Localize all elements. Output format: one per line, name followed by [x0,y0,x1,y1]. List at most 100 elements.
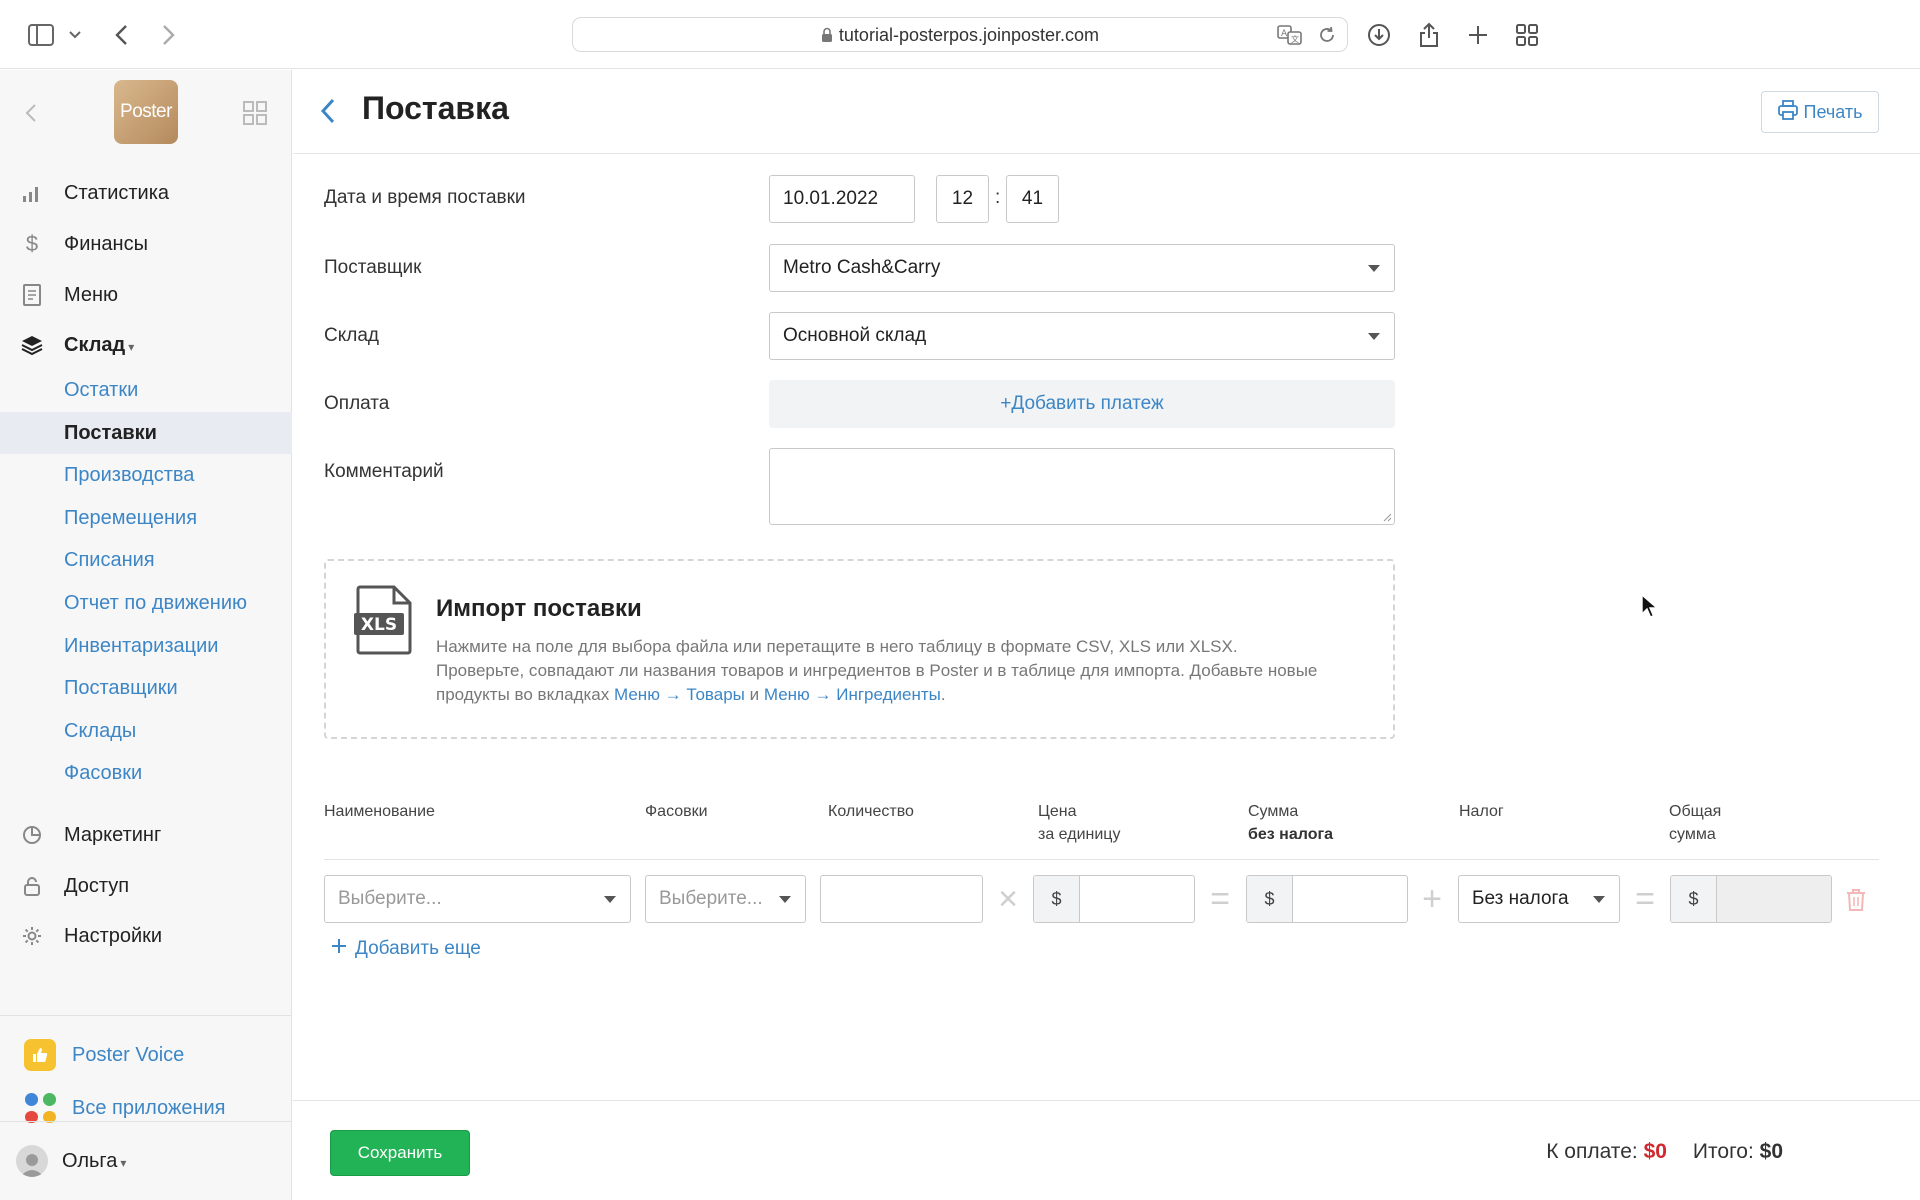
column-header-total: Общая сумма [1669,803,1722,843]
comment-textarea[interactable] [769,448,1395,525]
print-button[interactable]: Печать [1761,91,1879,133]
page-header: Поставка Печать [293,70,1920,154]
document-icon [20,283,44,307]
plus-icon: + [1422,879,1442,918]
pie-icon [20,823,44,847]
apps-grid-icon [24,1092,56,1124]
sidebar-item-menu[interactable]: Меню [0,275,292,315]
tax-select-value: Без налога [1472,888,1569,909]
tab-overview-icon[interactable] [1512,20,1542,50]
collapse-sidebar-icon[interactable] [16,98,46,128]
sidebar-app-all-apps[interactable]: Все приложения [24,1092,226,1124]
warehouse-select[interactable]: Основной склад [769,312,1395,360]
gear-icon [20,924,44,948]
sidebar-item-label: Маркетинг [64,823,162,846]
browser-toolbar: tutorial-posterpos.joinposter.com A文 [0,0,1920,69]
poster-logo[interactable]: Poster [114,80,178,144]
column-header-packaging: Фасовки [645,803,708,820]
product-select-placeholder: Выберите... [338,888,442,909]
sidebar-subitem-transfers[interactable]: Перемещения [0,497,292,539]
unit-price-input[interactable]: $ [1033,875,1195,923]
comment-label: Комментарий [324,461,444,482]
date-input[interactable]: 10.01.2022 [769,175,915,223]
chevron-down-icon: ▾ [128,339,135,354]
sidebar-toggle-icon[interactable] [26,20,56,50]
layers-icon [20,333,44,357]
to-pay-value: $0 [1643,1140,1667,1163]
sidebar-subitem-movement-report[interactable]: Отчет по движению [0,582,292,624]
sidebar-item-label: Доступ [64,874,130,897]
svg-text:文: 文 [1291,34,1299,44]
time-separator: : [995,187,1001,208]
new-tab-icon[interactable] [1463,20,1493,50]
forward-icon[interactable] [154,20,184,50]
supplier-label: Поставщик [324,257,422,278]
supplier-select[interactable]: Metro Cash&Carry [769,244,1395,292]
hour-input[interactable]: 12 [936,175,989,223]
thumbs-up-icon [24,1039,56,1071]
dollar-icon: $ [25,231,39,256]
sidebar-subitem-inventories[interactable]: Инвентаризации [0,625,292,667]
menu-ingredients-link[interactable]: Меню → Ингредиенты [764,685,941,704]
currency-addon: $ [1247,876,1293,922]
menu-products-link[interactable]: Меню → Товары [614,685,745,704]
reload-icon[interactable] [1317,25,1337,50]
share-icon[interactable] [1414,20,1444,50]
trash-icon[interactable] [1843,885,1869,915]
packaging-select[interactable]: Выберите... [645,875,806,923]
caret-down-icon [1368,265,1380,272]
currency-addon: $ [1671,876,1717,922]
translate-icon[interactable]: A文 [1277,24,1303,51]
sidebar-item-access[interactable]: Доступ [0,866,292,906]
sidebar-subitem-write-offs[interactable]: Списания [0,539,292,581]
app-label: Poster Voice [72,1043,185,1066]
caret-down-icon [779,896,791,903]
sidebar-item-finance[interactable]: $ Финансы [0,224,292,264]
back-icon[interactable] [106,20,136,50]
sidebar-subitem-packaging[interactable]: Фасовки [0,752,292,794]
table-divider [324,859,1879,860]
address-bar[interactable]: tutorial-posterpos.joinposter.com A文 [572,17,1348,52]
sidebar-app-poster-voice[interactable]: Poster Voice [24,1039,184,1071]
minute-input[interactable]: 41 [1006,175,1059,223]
add-payment-button[interactable]: +Добавить платеж [769,380,1395,428]
product-select[interactable]: Выберите... [324,875,631,923]
download-icon[interactable] [1364,20,1394,50]
sidebar: Poster Статистика $ Финансы Меню Склад ▾ … [0,70,292,1200]
sidebar-subitem-supplies[interactable]: Поставки [0,412,292,454]
sidebar-subitem-stock[interactable]: Остатки [0,369,292,411]
svg-text:A: A [1281,29,1288,39]
import-title: Импорт поставки [436,595,642,622]
tax-select[interactable]: Без налога [1458,875,1620,923]
sidebar-item-warehouse[interactable]: Склад ▾ [0,325,292,365]
caret-down-icon [1368,333,1380,340]
sidebar-subitem-warehouses[interactable]: Склады [0,710,292,752]
import-description: Нажмите на поле для выбора файла или пер… [436,635,1376,707]
user-menu[interactable]: Ольга ▾ [16,1145,126,1177]
xls-file-icon: XLS [354,585,412,655]
column-header-unit-price: Цена за единицу [1038,803,1121,843]
sidebar-item-label: Меню [64,283,119,306]
save-button[interactable]: Сохранить [330,1130,470,1176]
import-text-end: . [940,685,946,704]
avatar [16,1145,48,1177]
chevron-down-icon[interactable] [62,20,88,50]
sidebar-item-marketing[interactable]: Маркетинг [0,815,292,855]
add-more-button[interactable]: Добавить еще [331,938,481,960]
back-arrow-icon[interactable] [313,94,343,128]
sidebar-item-statistics[interactable]: Статистика [0,173,292,213]
quantity-input[interactable] [820,875,983,923]
sidebar-subitem-production[interactable]: Производства [0,454,292,496]
sidebar-subitem-suppliers[interactable]: Поставщики [0,667,292,709]
sidebar-item-settings[interactable]: Настройки [0,916,292,956]
import-text-line: Нажмите на поле для выбора файла или пер… [436,637,1238,656]
column-header-sum-without-tax: Сумма без налога [1248,803,1334,843]
payment-label: Оплата [324,393,390,414]
column-header-name: Наименование [324,803,435,820]
sidebar-item-label: Склад [64,333,126,356]
import-dropzone[interactable]: XLS Импорт поставки Нажмите на поле для … [324,559,1395,739]
resize-grip-icon[interactable] [1382,512,1392,522]
apps-switcher-icon[interactable] [240,98,270,128]
print-label: Печать [1803,101,1863,122]
sum-without-tax-input[interactable]: $ [1246,875,1408,923]
